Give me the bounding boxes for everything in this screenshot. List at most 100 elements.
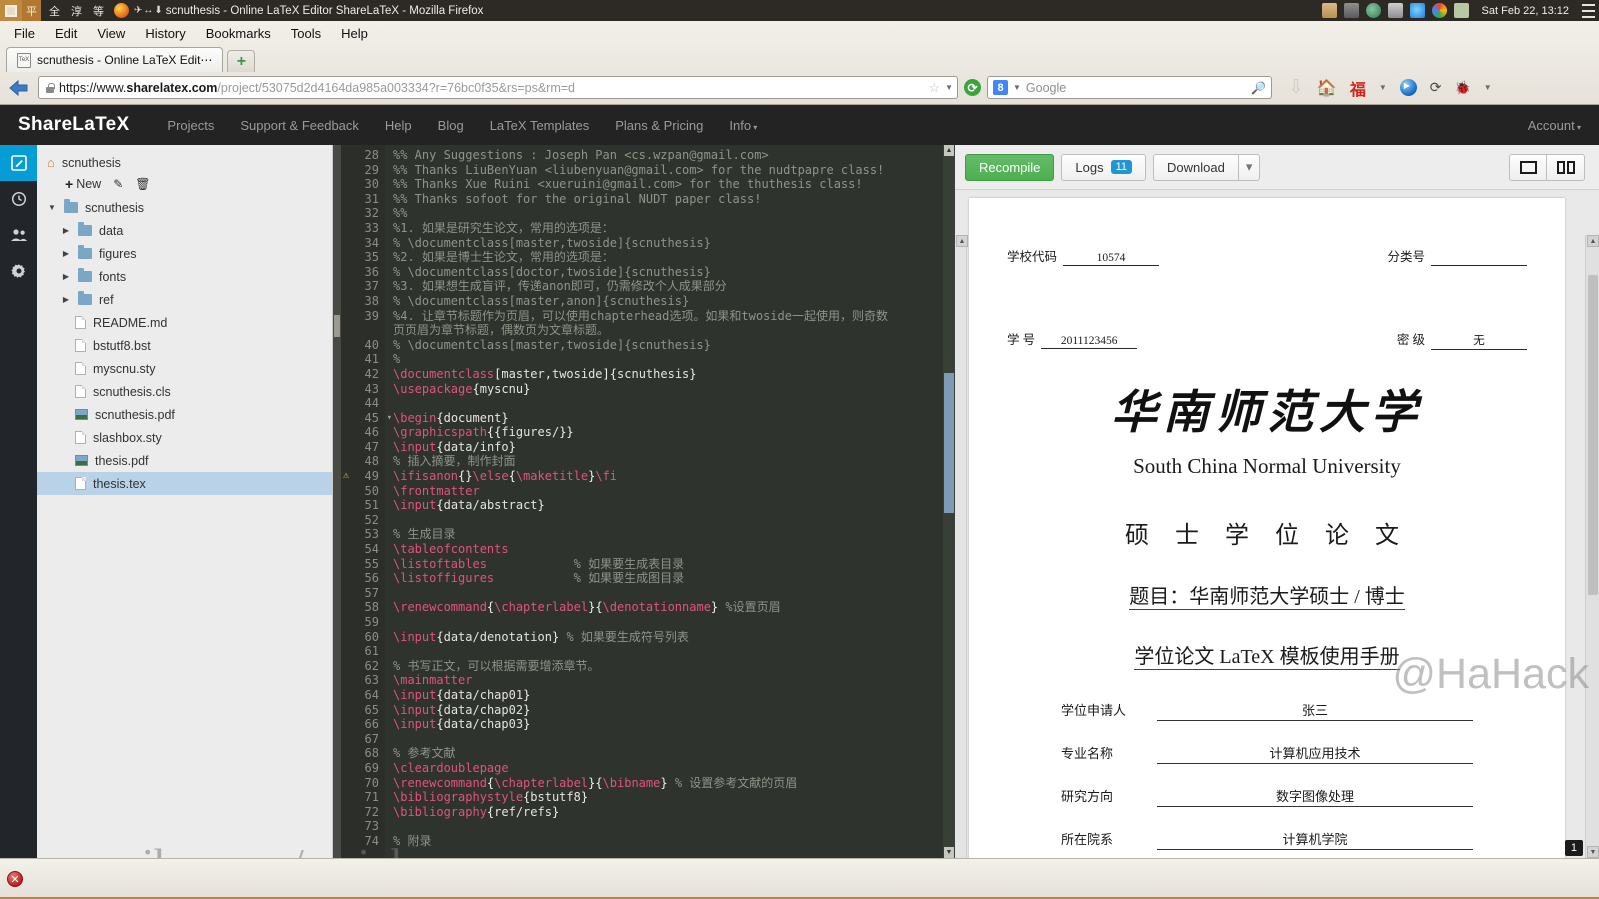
- delete-button[interactable]: 🗑: [135, 177, 150, 191]
- tree-folder-ref[interactable]: ▶ ref: [37, 288, 332, 311]
- editor-right-scrollbar[interactable]: ▲ ▼: [943, 145, 955, 858]
- code-line[interactable]: [385, 396, 943, 411]
- search-input[interactable]: Google: [1026, 81, 1246, 95]
- download-button[interactable]: Download: [1153, 153, 1239, 181]
- nav-link-plans[interactable]: Plans & Pricing: [615, 118, 703, 133]
- network-icon[interactable]: [1365, 3, 1381, 18]
- code-line[interactable]: \graphicspath{{figures/}}: [385, 425, 943, 440]
- layout-split-button[interactable]: [1547, 153, 1585, 181]
- menu-help[interactable]: Help: [333, 24, 376, 43]
- recompile-button[interactable]: Recompile: [965, 153, 1055, 181]
- code-line[interactable]: % 参考文献: [385, 746, 943, 761]
- code-line[interactable]: %% Thanks Xue Ruini <xueruini@gmail.com>…: [385, 177, 943, 192]
- chevron-down-icon[interactable]: ▼: [945, 83, 953, 92]
- code-line[interactable]: \tableofcontents: [385, 542, 943, 557]
- code-line[interactable]: \input{data/chap03}: [385, 717, 943, 732]
- code-line[interactable]: %% Thanks sofoot for the original NUDT p…: [385, 192, 943, 207]
- code-editor[interactable]: 28 29 30 31 32 33 34 35 36 37 38 39 40 41 42 43 44 45 ▾ 46 4…: [333, 145, 955, 858]
- code-line[interactable]: \listoftables % 如果要生成表目录: [385, 557, 943, 572]
- code-line[interactable]: %1. 如果是研究生论文，常用的选项是：: [385, 221, 943, 236]
- rail-item-history[interactable]: [0, 181, 37, 217]
- code-line[interactable]: % \documentclass[master,twoside]{scnuthe…: [385, 236, 943, 251]
- nav-link-projects[interactable]: Projects: [167, 118, 214, 133]
- downloads-icon[interactable]: ⇩: [1288, 76, 1304, 99]
- menu-history[interactable]: History: [137, 24, 193, 43]
- layout-single-button[interactable]: [1509, 153, 1547, 181]
- menu-bookmarks[interactable]: Bookmarks: [198, 24, 279, 43]
- code-line[interactable]: % \documentclass[master,anon]{scnuthesis…: [385, 294, 943, 309]
- sharelatex-brand[interactable]: ShareLaTeX: [18, 114, 129, 136]
- tree-folder-scnuthesis[interactable]: ▼ scnuthesis: [37, 196, 332, 219]
- code-line[interactable]: % 插入摘要，制作封面: [385, 454, 943, 469]
- media-player-icon[interactable]: [1399, 79, 1417, 96]
- code-line[interactable]: \input{data/chap01}: [385, 688, 943, 703]
- code-line[interactable]: [385, 819, 943, 834]
- pdf-left-scrollbar[interactable]: ▲: [955, 235, 968, 858]
- code-line[interactable]: % \documentclass[doctor,twoside]{scnuthe…: [385, 265, 943, 280]
- search-bar[interactable]: 8 ▼ Google 🔎: [987, 76, 1272, 99]
- code-line[interactable]: [385, 615, 943, 630]
- tree-folder-fonts[interactable]: ▶ fonts: [37, 265, 332, 288]
- code-line[interactable]: \cleardoublepage: [385, 761, 943, 776]
- google-engine-icon[interactable]: 8: [993, 80, 1008, 95]
- scroll-down-arrow-icon[interactable]: ▼: [1587, 846, 1599, 858]
- bookmark-star-icon[interactable]: ☆: [928, 80, 940, 96]
- nav-link-support[interactable]: Support & Feedback: [240, 118, 359, 133]
- sync-icon[interactable]: ⟳: [1430, 79, 1442, 96]
- code-line[interactable]: %4. 让章节标题作为页眉，可以使用chapterhead选项。如果和twosi…: [385, 309, 943, 324]
- new-file-button[interactable]: + New: [65, 177, 101, 191]
- project-root[interactable]: ⌂ scnuthesis: [37, 153, 332, 172]
- rail-item-editor[interactable]: [0, 145, 37, 181]
- nav-link-info[interactable]: Info ▾: [729, 118, 757, 133]
- menu-tools[interactable]: Tools: [283, 24, 329, 43]
- rename-button[interactable]: ✎: [113, 177, 123, 191]
- reload-button[interactable]: ⟳: [964, 79, 981, 96]
- code-line[interactable]: % \documentclass[master,twoside]{scnuthe…: [385, 338, 943, 353]
- dropbox-icon[interactable]: [1409, 3, 1425, 18]
- code-line[interactable]: \usepackage{myscnu}: [385, 382, 943, 397]
- code-line[interactable]: %2. 如果是博士生论文，常用的选项是：: [385, 250, 943, 265]
- pdf-right-scrollbar[interactable]: ▲ ▼: [1585, 235, 1599, 858]
- tree-file-scnuthesis-cls[interactable]: scnuthesis.cls: [37, 380, 332, 403]
- hamburger-menu-icon[interactable]: [1582, 3, 1595, 18]
- tree-file-bstutf8[interactable]: bstutf8.bst: [37, 334, 332, 357]
- tree-file-scnuthesis-pdf[interactable]: scnuthesis.pdf: [37, 403, 332, 426]
- menu-view[interactable]: View: [89, 24, 133, 43]
- address-bar[interactable]: https://www.sharelatex.com/project/53075…: [38, 76, 958, 99]
- tree-file-thesis-pdf[interactable]: thesis.pdf: [37, 449, 332, 472]
- warning-icon[interactable]: ⚠: [343, 469, 349, 484]
- code-line[interactable]: %% Thanks LiuBenYuan <liubenyuan@gmail.c…: [385, 163, 943, 178]
- tree-file-thesis-tex[interactable]: thesis.tex: [37, 472, 332, 495]
- account-menu[interactable]: Account ▾: [1528, 118, 1581, 133]
- app-menu-logo[interactable]: [0, 0, 22, 21]
- chevron-right-icon[interactable]: ▶: [61, 295, 71, 304]
- code-line[interactable]: \input{data/abstract}: [385, 498, 943, 513]
- fu-extension-icon[interactable]: 福: [1350, 76, 1366, 100]
- code-line[interactable]: %% Any Suggestions : Joseph Pan <cs.wzpa…: [385, 148, 943, 163]
- tree-file-slashbox[interactable]: slashbox.sty: [37, 426, 332, 449]
- scroll-down-arrow-icon[interactable]: ▼: [944, 847, 954, 858]
- scrollbar-thumb[interactable]: [944, 373, 954, 513]
- code-line[interactable]: %: [385, 352, 943, 367]
- tree-file-readme[interactable]: README.md: [37, 311, 332, 334]
- code-line[interactable]: [385, 732, 943, 747]
- home-icon[interactable]: 🏠: [1317, 78, 1337, 98]
- scrollbar-thumb[interactable]: [1588, 275, 1598, 595]
- code-line[interactable]: \documentclass[master,twoside]{scnuthesi…: [385, 367, 943, 382]
- engine-chevron-icon[interactable]: ▼: [1013, 83, 1021, 92]
- code-line[interactable]: \bibliography{ref/refs}: [385, 805, 943, 820]
- system-clock[interactable]: Sat Feb 22, 13:12: [1476, 5, 1575, 17]
- calendar-icon[interactable]: [1387, 3, 1403, 18]
- binoculars-icon[interactable]: 🔎: [1251, 81, 1266, 95]
- code-line[interactable]: \ifisanon{}\else{\maketitle}\fi: [385, 469, 943, 484]
- code-line[interactable]: \listoffigures % 如果要生成图目录: [385, 571, 943, 586]
- chevron-right-icon[interactable]: ▶: [61, 272, 71, 281]
- tree-file-myscnu[interactable]: myscnu.sty: [37, 357, 332, 380]
- code-line[interactable]: % 书写正文，可以根据需要增添章节。: [385, 659, 943, 674]
- code-line[interactable]: \frontmatter: [385, 484, 943, 499]
- code-line[interactable]: \input{data/chap02}: [385, 703, 943, 718]
- code-line[interactable]: [385, 644, 943, 659]
- overflow-chevron-icon[interactable]: ▼: [1484, 83, 1492, 92]
- scroll-up-arrow-icon[interactable]: ▲: [956, 235, 968, 247]
- code-line[interactable]: % 附录: [385, 834, 943, 849]
